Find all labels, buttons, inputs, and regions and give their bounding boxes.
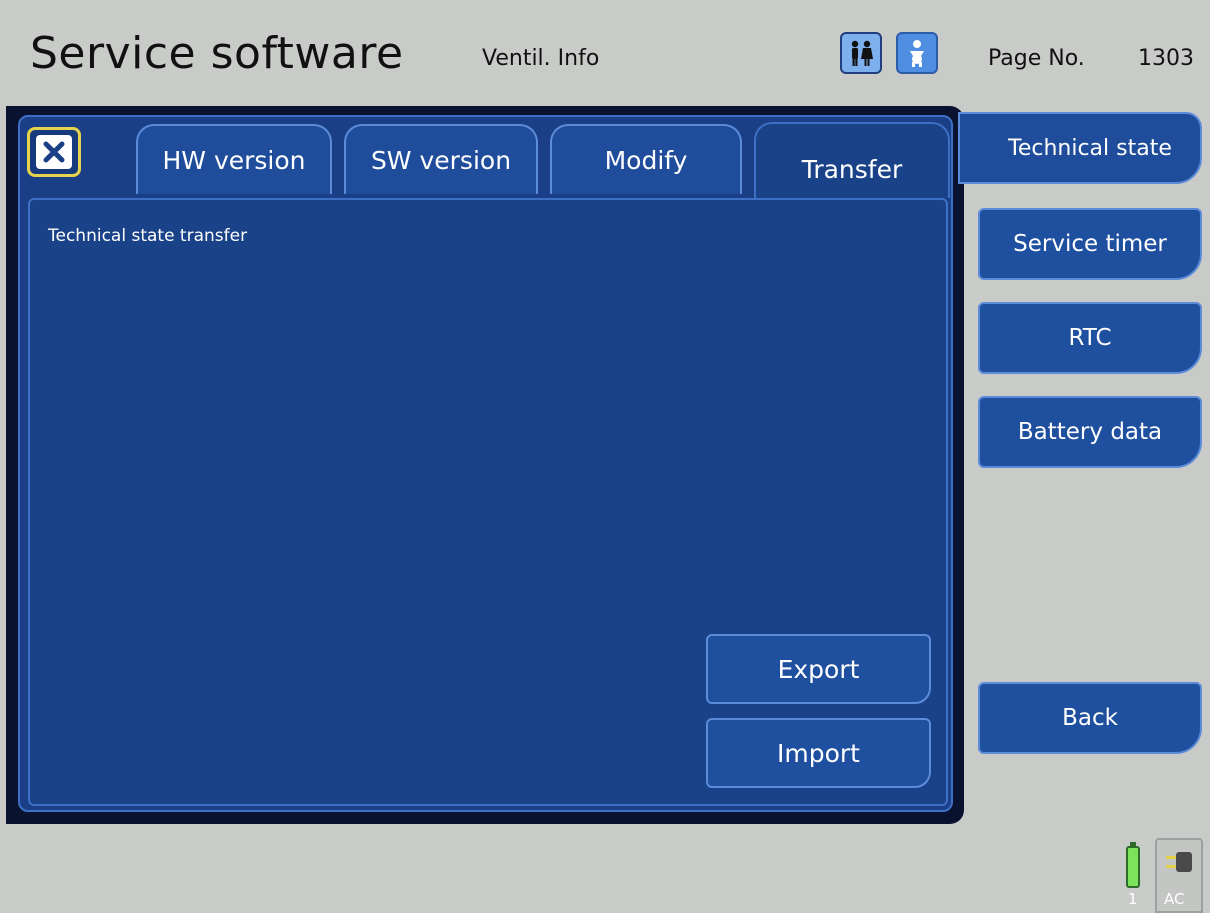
tab-hw-version[interactable]: HW version — [136, 124, 332, 194]
tab-modify[interactable]: Modify — [550, 124, 742, 194]
infant-patient-icon[interactable] — [896, 32, 938, 74]
page-number: 1303 — [1138, 46, 1194, 71]
content-title: Technical state transfer — [48, 226, 248, 246]
export-button[interactable]: Export — [706, 634, 931, 704]
tab-sw-version[interactable]: SW version — [344, 124, 538, 194]
close-icon — [36, 135, 72, 169]
sidebar-item-technical-state[interactable]: Technical state — [958, 112, 1202, 184]
power-plug-icon — [1166, 852, 1192, 872]
back-button[interactable]: Back — [978, 682, 1202, 754]
adult-patient-icon[interactable] — [840, 32, 882, 74]
tab-transfer[interactable]: Transfer — [754, 122, 950, 198]
sidebar-item-rtc[interactable]: RTC — [978, 302, 1202, 374]
page-number-label: Page No. — [988, 46, 1085, 71]
close-button[interactable] — [27, 127, 81, 177]
sidebar-item-battery-data[interactable]: Battery data — [978, 396, 1202, 468]
battery-icon — [1126, 842, 1140, 888]
power-source-label: AC — [1164, 890, 1185, 908]
page-subtitle: Ventil. Info — [482, 46, 600, 71]
import-button[interactable]: Import — [706, 718, 931, 788]
sidebar-item-service-timer[interactable]: Service timer — [978, 208, 1202, 280]
battery-number: 1 — [1128, 890, 1138, 908]
tab-content-area: Technical state transfer — [28, 198, 948, 806]
app-title: Service software — [30, 28, 404, 79]
